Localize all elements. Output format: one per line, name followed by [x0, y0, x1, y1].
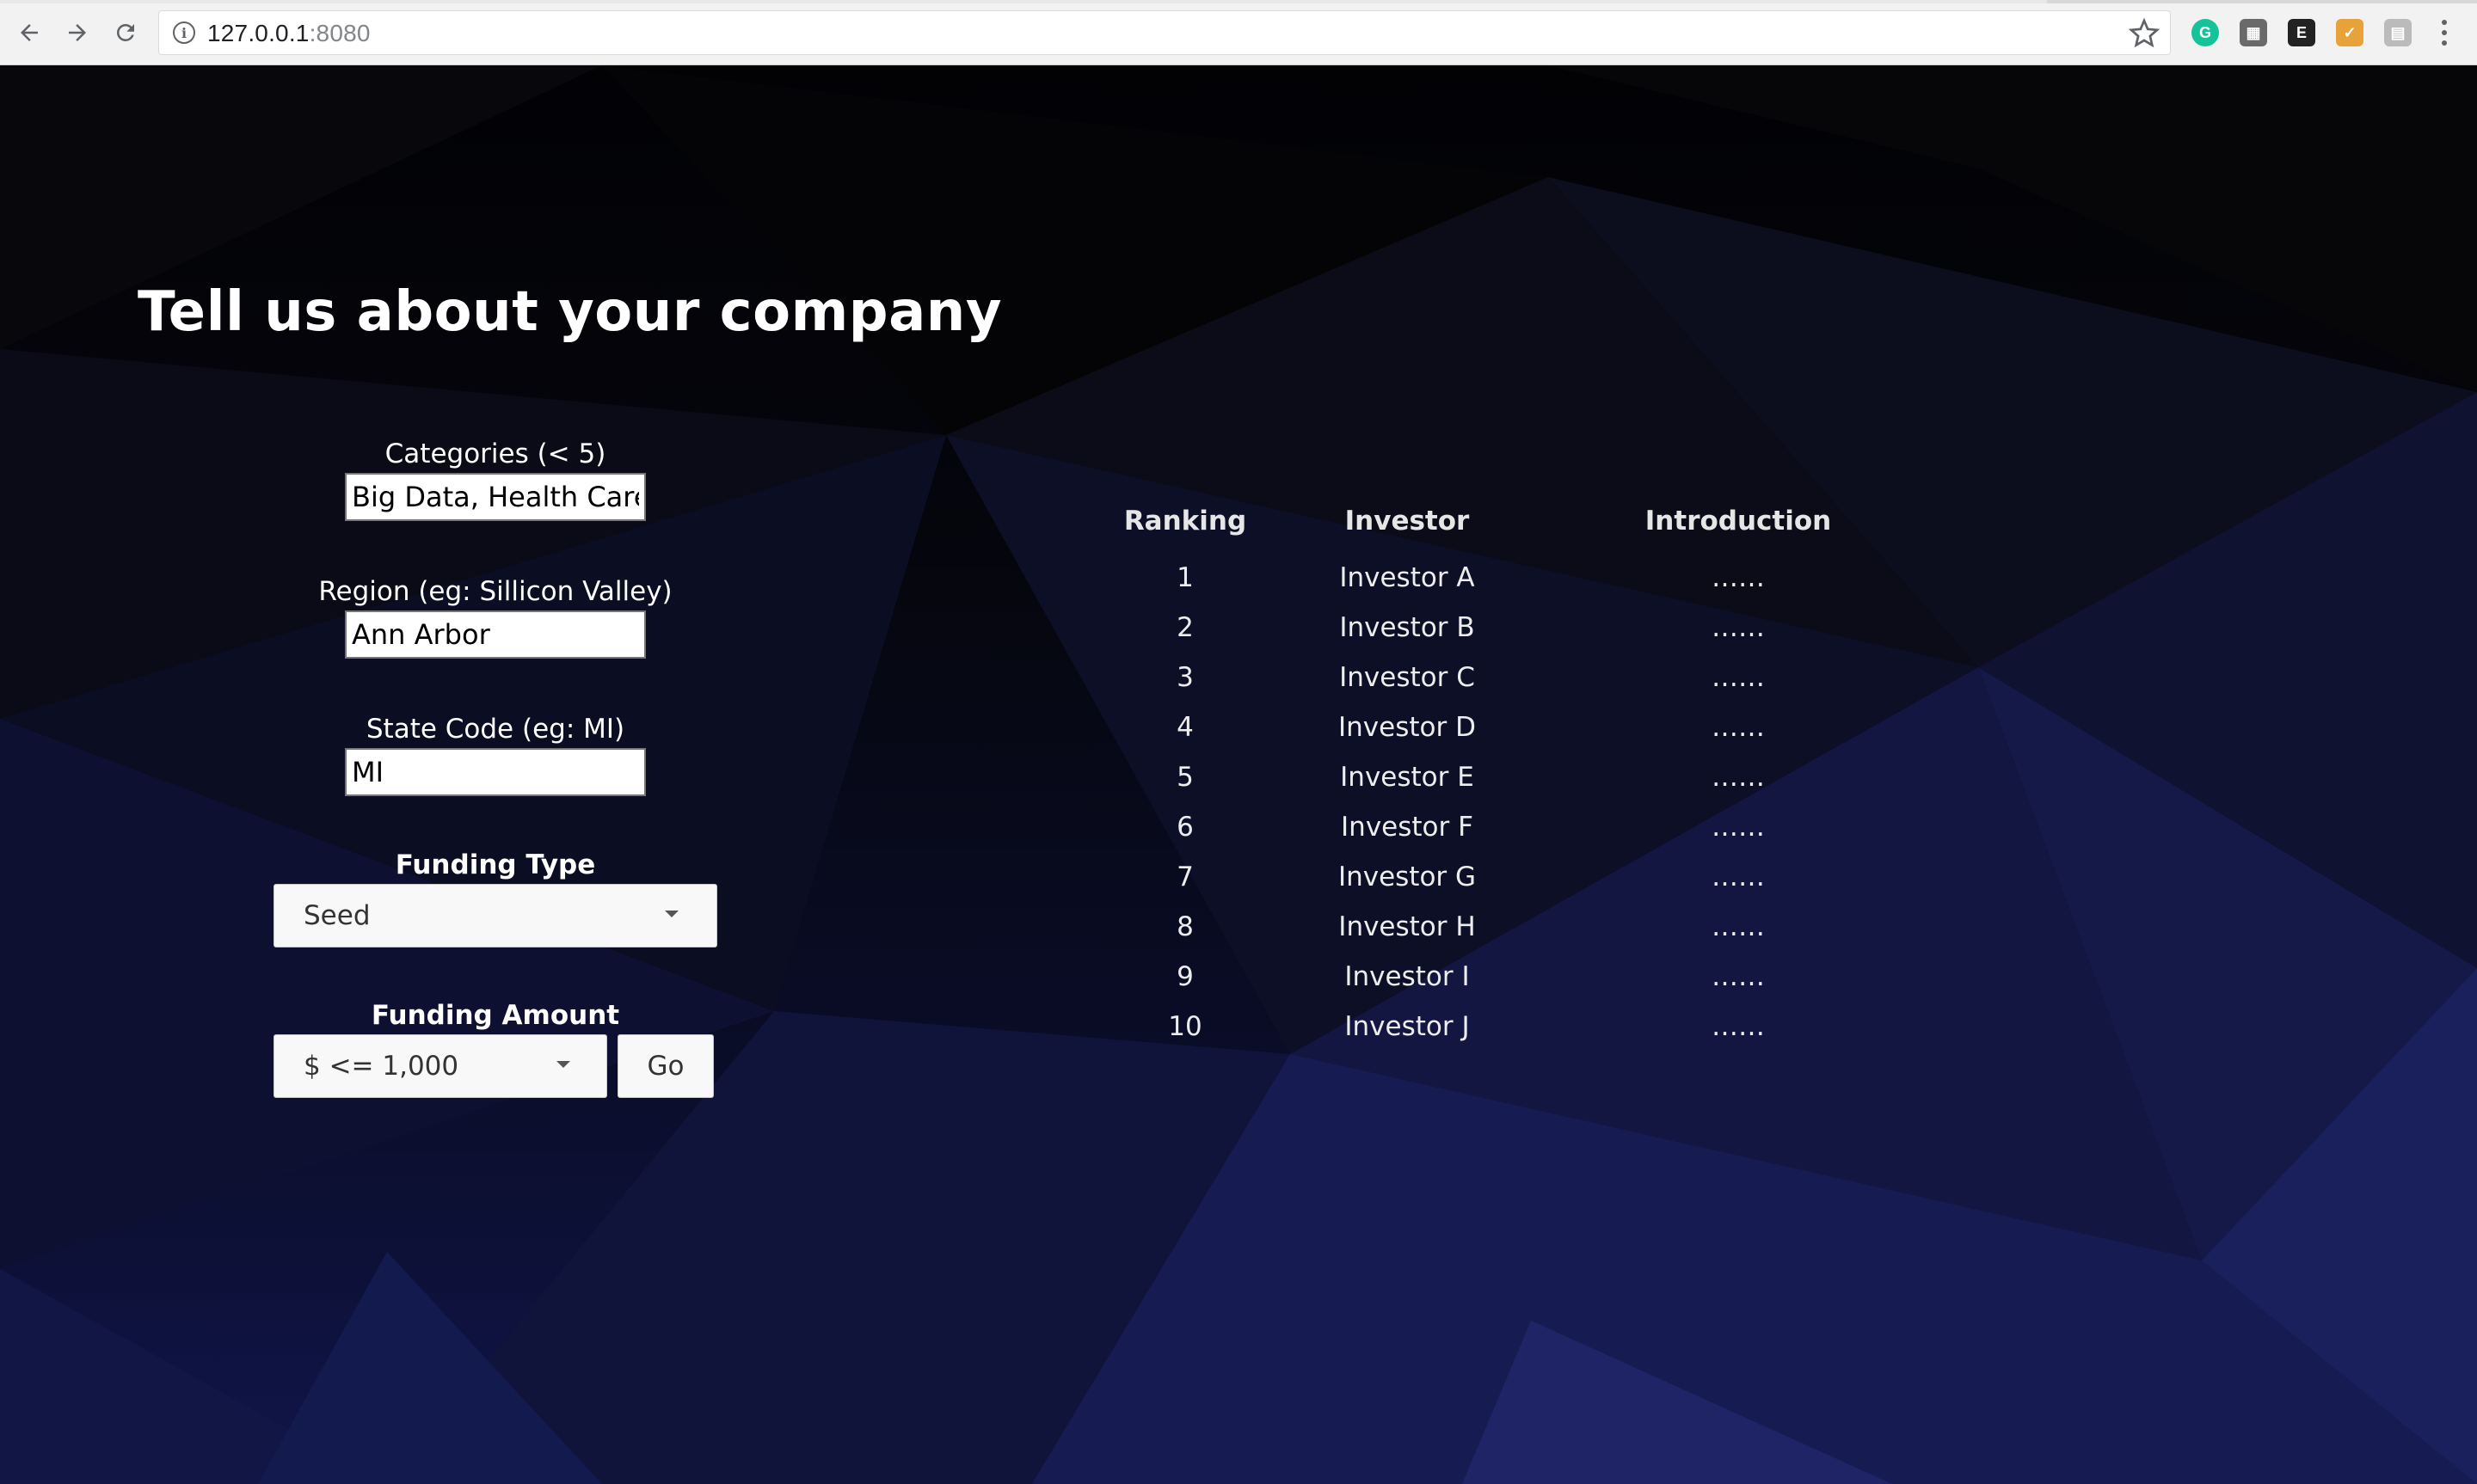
investor-cell: Investor F [1341, 812, 1473, 843]
tab-strip-edge [0, 0, 2477, 3]
intro-cell: …… [1712, 712, 1765, 743]
funding-amount-value: $ <= 1,000 [304, 1051, 459, 1082]
categories-input[interactable] [345, 473, 646, 521]
investor-header: Investor [1344, 506, 1470, 537]
investor-cell: Investor G [1337, 862, 1477, 892]
investor-cell: Investor C [1339, 662, 1475, 693]
arrow-right-icon [69, 24, 86, 41]
rank-cell: 10 [1168, 1011, 1202, 1042]
reader-icon[interactable]: ▤ [2384, 19, 2412, 46]
chevron-down-icon [665, 911, 679, 917]
table-row: 9 Investor I …… [1075, 952, 2021, 1002]
extension-puzzle-icon[interactable]: ▦ [2240, 19, 2267, 46]
intro-cell: …… [1712, 1011, 1765, 1042]
info-icon[interactable]: i [173, 21, 195, 44]
funding-type-label: Funding Type [395, 849, 596, 880]
url-host: 127.0.0.1 [207, 20, 310, 46]
rank-cell: 8 [1177, 911, 1194, 942]
categories-group: Categories (< 5) [274, 437, 717, 521]
funding-amount-select[interactable]: $ <= 1,000 [274, 1034, 607, 1098]
grammarly-icon[interactable]: G [2191, 19, 2219, 46]
rank-cell: 5 [1177, 762, 1194, 793]
investor-cell: Investor D [1338, 712, 1476, 743]
url-text[interactable]: 127.0.0.1:8080 [207, 18, 371, 49]
intro-cell: …… [1712, 911, 1765, 942]
rank-cell: 7 [1177, 862, 1194, 892]
table-row: 5 Investor E …… [1075, 752, 2021, 802]
extension-letter: ▦ [2246, 23, 2261, 41]
table-row: 3 Investor C …… [1075, 653, 2021, 702]
funding-amount-label: Funding Amount [371, 1000, 620, 1031]
address-bar[interactable]: i 127.0.0.1:8080 [158, 10, 2171, 55]
reader-letter: ▤ [2390, 23, 2406, 41]
table-row: 7 Investor G …… [1075, 852, 2021, 902]
page-body: Tell us about your company Categories (<… [0, 65, 2477, 1484]
region-label: Region (eg: Sillicon Valley) [318, 576, 673, 607]
funding-type-value: Seed [304, 900, 371, 931]
state-label: State Code (eg: MI) [366, 714, 625, 745]
table-row: 2 Investor B …… [1075, 603, 2021, 653]
evernote-letter: E [2296, 23, 2307, 41]
state-group: State Code (eg: MI) [274, 712, 717, 796]
url-port: :8080 [309, 20, 371, 46]
page-title: Tell us about your company [138, 280, 1003, 344]
investor-cell: Investor B [1339, 612, 1475, 643]
table-row: 10 Investor J …… [1075, 1002, 2021, 1052]
table-row: 4 Investor D …… [1075, 702, 2021, 752]
loading-bar [2047, 0, 2477, 3]
intro-cell: …… [1712, 812, 1765, 843]
browser-toolbar: i 127.0.0.1:8080 G ▦ E ✓ ▤ [0, 0, 2477, 65]
table-row: 6 Investor F …… [1075, 802, 2021, 852]
investor-cell: Investor A [1339, 562, 1475, 593]
forward-button[interactable] [60, 15, 95, 50]
funding-type-group: Funding Type Seed [274, 848, 717, 947]
intro-cell: …… [1712, 612, 1765, 643]
investor-cell: Investor J [1344, 1011, 1470, 1042]
back-button[interactable] [12, 15, 46, 50]
bookmark-star-icon[interactable] [2129, 18, 2160, 49]
introduction-header: Introduction [1644, 506, 1832, 537]
arrow-left-icon [21, 24, 38, 41]
table-row: 1 Investor A …… [1075, 553, 2021, 603]
funding-amount-row: $ <= 1,000 Go [274, 1034, 996, 1098]
reload-button[interactable] [108, 15, 143, 50]
investor-cell: Investor H [1338, 911, 1476, 942]
reload-icon [116, 23, 134, 41]
categories-label: Categories (< 5) [384, 438, 606, 469]
state-input[interactable] [345, 748, 646, 796]
intro-cell: …… [1712, 961, 1765, 992]
intro-cell: …… [1712, 562, 1765, 593]
intro-cell: …… [1712, 762, 1765, 793]
rank-cell: 1 [1177, 562, 1194, 593]
browser-menu-icon[interactable] [2439, 17, 2449, 48]
region-input[interactable] [345, 610, 646, 659]
rank-cell: 4 [1177, 712, 1194, 743]
rank-cell: 6 [1177, 812, 1194, 843]
intro-cell: …… [1712, 862, 1765, 892]
funding-type-select[interactable]: Seed [274, 884, 717, 947]
table-row: 8 Investor H …… [1075, 902, 2021, 952]
rank-cell: 3 [1177, 662, 1194, 693]
investor-cell: Investor E [1340, 762, 1474, 793]
rank-cell: 9 [1177, 961, 1194, 992]
go-button[interactable]: Go [618, 1034, 714, 1098]
funding-amount-group: Funding Amount [274, 998, 717, 1033]
chevron-down-icon [556, 1061, 570, 1068]
intro-cell: …… [1712, 662, 1765, 693]
region-group: Region (eg: Sillicon Valley) [274, 574, 717, 659]
ranking-header: Ranking [1123, 506, 1247, 537]
investor-cell: Investor I [1344, 961, 1470, 992]
evernote-icon[interactable]: E [2288, 19, 2315, 46]
clipper-icon[interactable]: ✓ [2336, 19, 2363, 46]
grammarly-letter: G [2198, 23, 2211, 41]
clipper-letter: ✓ [2343, 23, 2357, 41]
rank-cell: 2 [1177, 612, 1194, 643]
